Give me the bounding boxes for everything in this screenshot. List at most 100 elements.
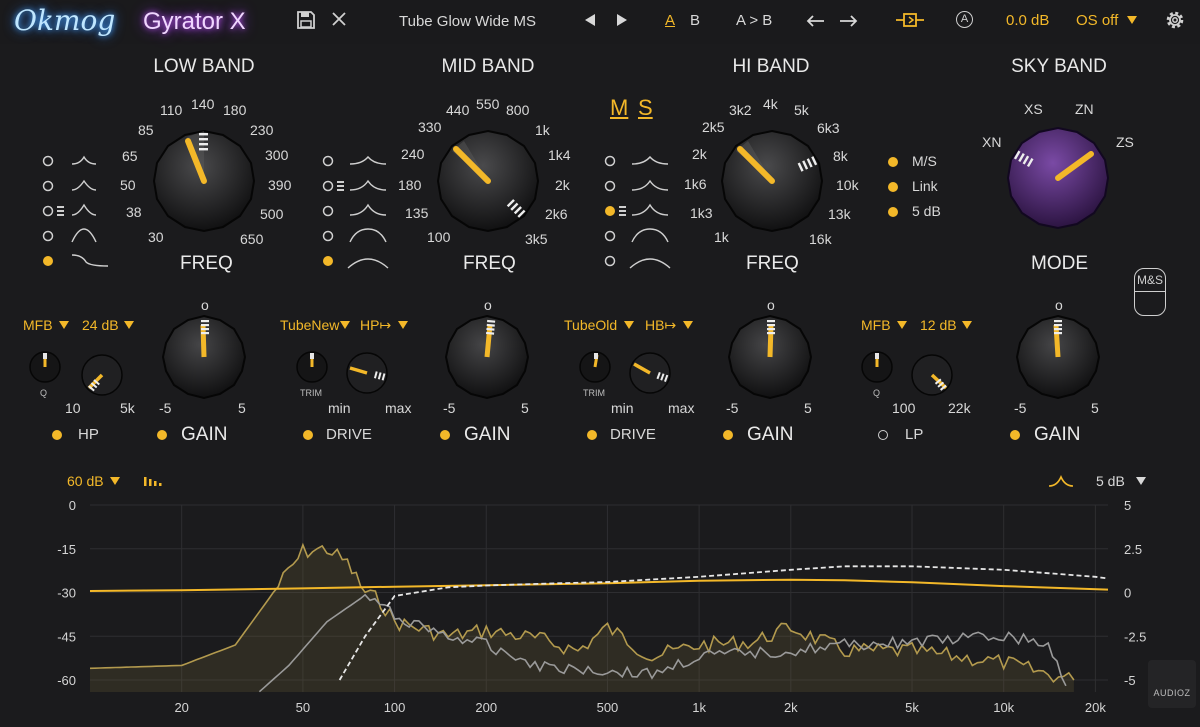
hi-hb-mode-select[interactable]: HB↦ <box>645 317 676 334</box>
sky-5db-toggle[interactable] <box>888 207 898 217</box>
preset-name[interactable]: Tube Glow Wide MS <box>399 13 536 30</box>
mid-drive-toggle[interactable] <box>303 430 313 440</box>
hi-gain-max: 5 <box>804 400 812 416</box>
ms-mode-amp: & <box>1146 273 1155 287</box>
hi-drive-toggle[interactable] <box>587 430 597 440</box>
hi-tube-select[interactable]: TubeOld <box>564 317 617 333</box>
low-gain-toggle[interactable] <box>157 430 167 440</box>
hi-band-title: HI BAND <box>732 56 810 77</box>
chevron-down-icon[interactable] <box>1127 16 1137 24</box>
hi-freq-knob[interactable] <box>718 127 826 235</box>
eq-curve-toggle-icon[interactable] <box>1048 474 1074 488</box>
mid-shape-selector[interactable] <box>318 150 392 270</box>
next-preset-icon[interactable] <box>615 13 629 27</box>
mid-trim-knob[interactable] <box>295 350 329 384</box>
sky-gain-knob[interactable] <box>1014 313 1102 401</box>
sky-gain-toggle[interactable] <box>1010 430 1020 440</box>
mid-drive-max: max <box>385 400 412 416</box>
mid-drive-knob[interactable] <box>344 350 390 396</box>
close-icon[interactable] <box>331 11 347 27</box>
hi-freq-tick: 1k3 <box>690 205 713 221</box>
mid-freq-knob[interactable] <box>434 127 542 235</box>
chevron-down-icon[interactable] <box>962 321 972 329</box>
hi-freq-tick: 5k <box>794 102 809 118</box>
low-shape-selector[interactable] <box>38 150 112 270</box>
chevron-down-icon[interactable] <box>110 477 120 485</box>
output-level[interactable]: 0.0 dB <box>1006 12 1049 29</box>
sky-mode-option: XN <box>982 134 1002 150</box>
sky-lp-freq-knob[interactable] <box>909 352 955 398</box>
hi-gain-center: o <box>767 297 775 313</box>
mid-tube-select[interactable]: TubeNew <box>280 317 339 333</box>
sky-ms-toggle[interactable] <box>888 157 898 167</box>
chevron-down-icon[interactable] <box>59 321 69 329</box>
low-gain-knob[interactable] <box>160 313 248 401</box>
analyzer-range-select[interactable]: 60 dB <box>67 473 104 489</box>
x-tick-label: 10k <box>993 700 1014 715</box>
hi-shape-selector[interactable] <box>600 150 674 270</box>
chevron-down-icon[interactable] <box>340 321 350 329</box>
spectrum-analyzer[interactable]: 0 -15 -30 -45 -60 5 2.5 0 -2.5 -5 20 50 100 200 500 1k 2… <box>0 490 1200 727</box>
ab-copy-button[interactable]: A > B <box>736 12 772 29</box>
analyzer-speed-icon[interactable] <box>144 476 162 486</box>
save-icon[interactable] <box>296 10 316 30</box>
hi-gain-label: GAIN <box>747 424 794 445</box>
sky-link-label: Link <box>912 178 938 194</box>
eq-range-select[interactable]: 5 dB <box>1096 473 1125 489</box>
sky-slope-select[interactable]: 12 dB <box>920 317 957 333</box>
low-hp-toggle[interactable] <box>52 430 62 440</box>
hi-drive-knob[interactable] <box>627 350 673 396</box>
auto-gain-icon[interactable]: A <box>956 11 973 28</box>
mid-gain-knob[interactable] <box>443 313 531 401</box>
mid-gain-toggle[interactable] <box>440 430 450 440</box>
x-tick-label: 5k <box>905 700 919 715</box>
low-freq-tick: 38 <box>126 204 142 220</box>
top-bar: Okmog Gyrator X Tube Glow Wide MS A B A … <box>0 0 1200 44</box>
sky-gain-min: -5 <box>1014 400 1027 416</box>
mid-hp-mode-select[interactable]: HP↦ <box>360 317 391 334</box>
low-hp-freq-knob[interactable] <box>79 352 125 398</box>
sky-lp-toggle[interactable] <box>878 430 888 440</box>
hi-gain-toggle[interactable] <box>723 430 733 440</box>
bypass-icon[interactable] <box>896 11 924 29</box>
y-right-tick-label: 5 <box>1124 498 1131 513</box>
mid-drive-label: DRIVE <box>326 426 372 443</box>
ab-b-button[interactable]: B <box>690 12 700 29</box>
chevron-down-icon[interactable] <box>897 321 907 329</box>
chevron-down-icon[interactable] <box>624 321 634 329</box>
low-freq-tick: 390 <box>268 177 292 193</box>
side-mode-button[interactable]: S <box>638 95 653 121</box>
y-left-tick-label: -15 <box>57 542 76 557</box>
chevron-down-icon[interactable] <box>398 321 408 329</box>
mid-freq-tick: 135 <box>405 205 429 221</box>
mid-mode-button[interactable]: M <box>610 95 628 121</box>
low-freq-tick: 180 <box>223 102 247 118</box>
low-slope-select[interactable]: 24 dB <box>82 317 119 333</box>
undo-icon[interactable] <box>806 12 826 28</box>
mid-freq-tick: 1k4 <box>548 147 571 163</box>
hi-gain-knob[interactable] <box>726 313 814 401</box>
chevron-down-icon[interactable] <box>124 321 134 329</box>
sky-lp-max: 22k <box>948 400 971 416</box>
ab-a-button[interactable]: A <box>665 12 675 29</box>
x-tick-label: 1k <box>692 700 706 715</box>
chevron-down-icon[interactable] <box>683 321 693 329</box>
redo-icon[interactable] <box>838 12 858 28</box>
low-freq-tick: 50 <box>120 177 136 193</box>
sky-filter-type-select[interactable]: MFB <box>861 317 891 333</box>
low-filter-type-select[interactable]: MFB <box>23 317 53 333</box>
oversampling-label[interactable]: OS off <box>1076 12 1118 29</box>
sky-link-toggle[interactable] <box>888 182 898 192</box>
prev-preset-icon[interactable] <box>583 13 597 27</box>
low-q-knob[interactable] <box>28 350 62 384</box>
sky-mode-knob[interactable] <box>1004 124 1112 232</box>
hi-trim-knob[interactable] <box>578 350 612 384</box>
ms-mode-button[interactable]: M&S <box>1134 268 1166 316</box>
x-tick-label: 20 <box>174 700 188 715</box>
low-freq-knob[interactable] <box>150 127 258 235</box>
sky-q-knob[interactable] <box>860 350 894 384</box>
low-freq-tick: 110 <box>160 102 183 118</box>
gear-icon[interactable] <box>1164 9 1186 31</box>
chevron-down-icon[interactable] <box>1136 477 1146 485</box>
hi-trim-label: TRIM <box>583 388 605 398</box>
